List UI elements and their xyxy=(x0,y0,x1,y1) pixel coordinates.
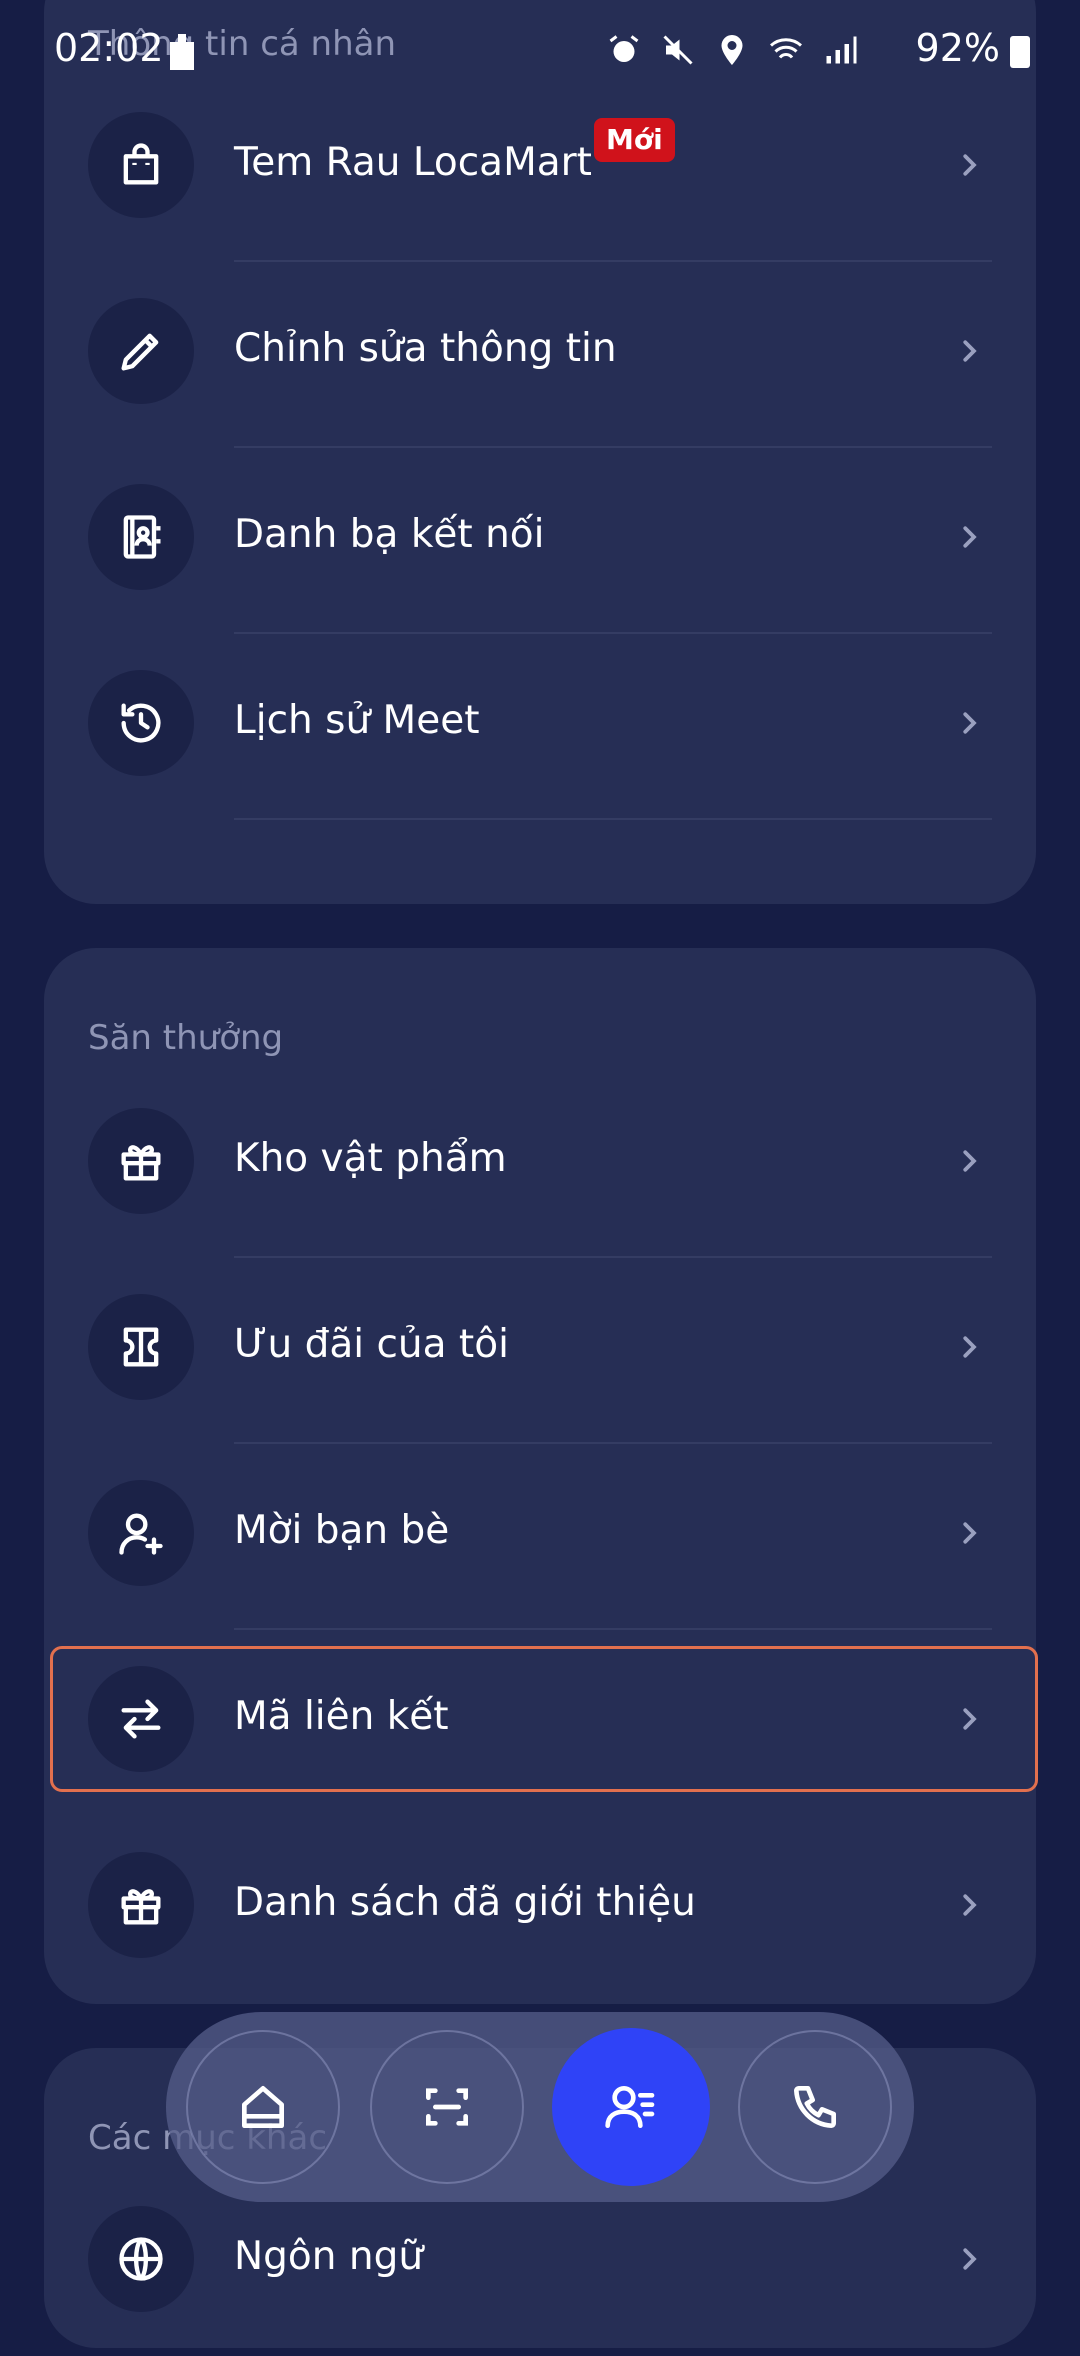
menu-item-tem-rau[interactable]: Tem Rau LocaMart xyxy=(44,76,1036,262)
chevron-right-icon xyxy=(963,154,977,176)
menu-item-label: Danh sách đã giới thiệu xyxy=(234,1880,696,1925)
menu-item-label: Danh bạ kết nối xyxy=(234,512,545,557)
new-badge: Mới xyxy=(594,118,675,162)
home-icon xyxy=(242,2086,284,2128)
nav-home-button[interactable] xyxy=(186,2030,340,2184)
menu-item-referral-list[interactable]: Danh sách đã giới thiệu xyxy=(44,1816,1036,2002)
menu-item-label: Mời bạn bè xyxy=(234,1508,450,1553)
pencil-icon xyxy=(88,298,194,404)
contacts-icon xyxy=(88,484,194,590)
history-icon xyxy=(88,670,194,776)
ticket-icon xyxy=(88,1294,194,1400)
gift-icon xyxy=(88,1852,194,1958)
menu-item-label: Tem Rau LocaMart xyxy=(234,140,592,185)
section-label-rewards: Săn thưởng xyxy=(88,1018,284,1058)
menu-item-label: Ưu đãi của tôi xyxy=(234,1322,509,1367)
globe-icon xyxy=(88,2206,194,2312)
scan-icon xyxy=(426,2088,468,2126)
menu-item-item-store[interactable]: Kho vật phẩm xyxy=(44,1072,1036,1258)
wifi-icon xyxy=(770,38,802,59)
nav-phone-button[interactable] xyxy=(738,2030,892,2184)
add-user-icon xyxy=(88,1480,194,1586)
menu-item-meet-history[interactable]: Lịch sử Meet xyxy=(44,634,1036,820)
chevron-right-icon xyxy=(963,340,977,362)
menu-item-label: Chỉnh sửa thông tin xyxy=(234,326,617,371)
bag-icon xyxy=(88,112,194,218)
chevron-right-icon xyxy=(963,1522,977,1544)
chevron-right-icon xyxy=(963,526,977,548)
divider xyxy=(234,818,992,820)
menu-item-label: Kho vật phẩm xyxy=(234,1136,507,1181)
nav-scan-button[interactable] xyxy=(370,2030,524,2184)
menu-item-label: Lịch sử Meet xyxy=(234,698,480,743)
notification-icon xyxy=(170,34,194,70)
phone-icon xyxy=(794,2086,836,2128)
chevron-right-icon xyxy=(963,1894,977,1916)
battery-percent: 92% xyxy=(915,26,1000,70)
chevron-right-icon xyxy=(963,712,977,734)
selected-item-outline xyxy=(50,1646,1038,1792)
nav-profile-button[interactable] xyxy=(552,2028,710,2186)
battery-icon xyxy=(1010,36,1030,68)
chevron-right-icon xyxy=(963,1150,977,1172)
menu-item-contacts[interactable]: Danh bạ kết nối xyxy=(44,448,1036,634)
mute-icon xyxy=(663,35,693,65)
menu-item-edit-info[interactable]: Chỉnh sửa thông tin xyxy=(44,262,1036,448)
signal-icon xyxy=(826,36,857,64)
location-icon xyxy=(721,35,743,65)
gift-icon xyxy=(88,1108,194,1214)
bottom-nav xyxy=(166,2012,914,2202)
menu-item-invite-friends[interactable]: Mời bạn bè xyxy=(44,1444,1036,1630)
status-bar: 02:02 92% xyxy=(0,0,1080,100)
menu-item-my-offers[interactable]: Ưu đãi của tôi xyxy=(44,1258,1036,1444)
status-time: 02:02 xyxy=(54,26,164,70)
alarm-icon xyxy=(609,35,639,62)
chevron-right-icon xyxy=(963,2248,977,2270)
profile-icon xyxy=(605,2086,655,2128)
status-icons xyxy=(606,32,858,68)
chevron-right-icon xyxy=(963,1336,977,1358)
menu-item-label: Ngôn ngữ xyxy=(234,2234,424,2279)
